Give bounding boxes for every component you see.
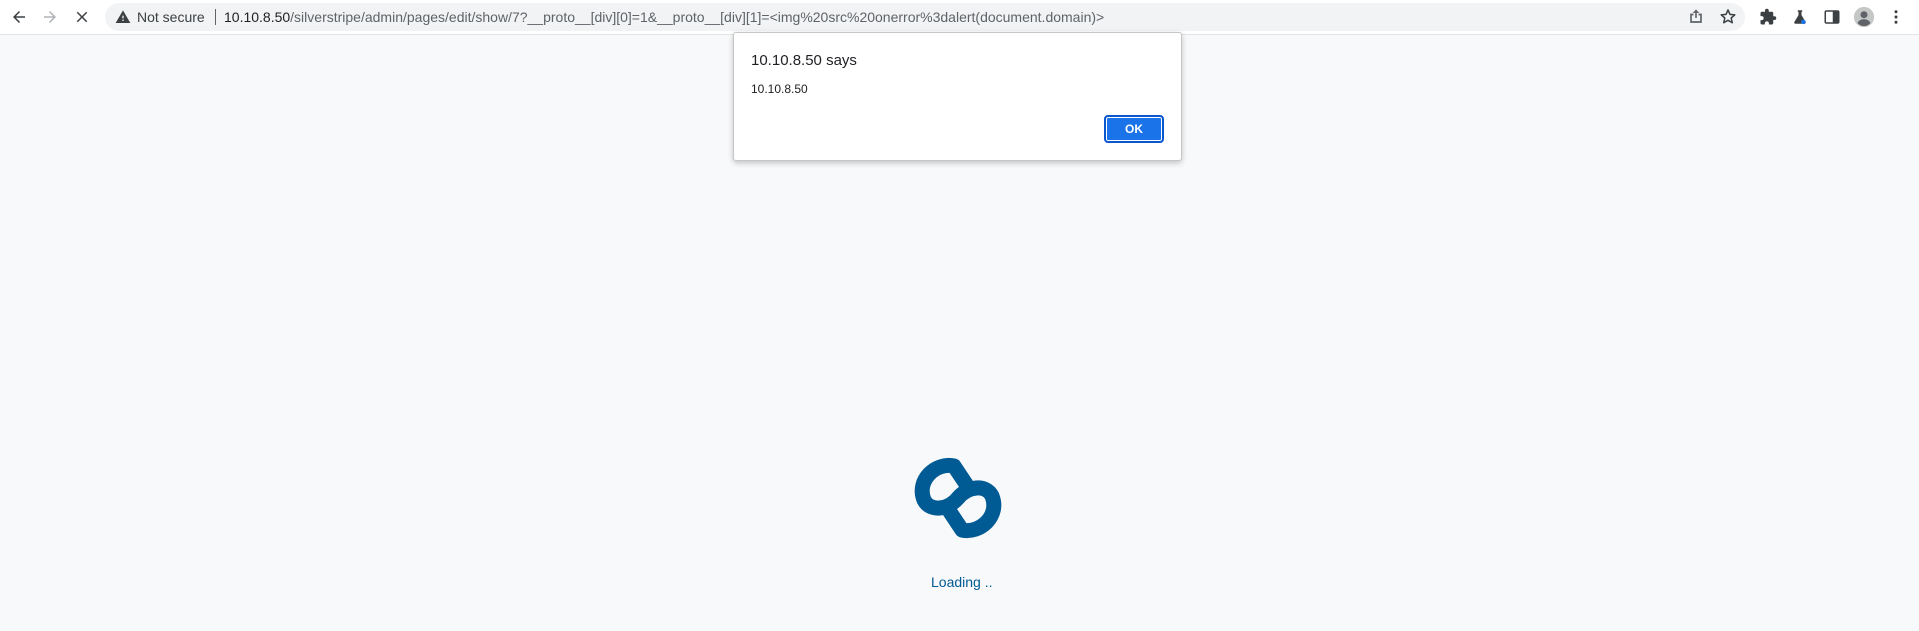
ok-button[interactable]: OK [1104, 115, 1164, 143]
bookmark-star-icon[interactable] [1718, 7, 1738, 27]
url-host: 10.10.8.50 [224, 9, 291, 25]
share-icon[interactable] [1686, 7, 1706, 27]
kebab-menu-icon[interactable] [1884, 5, 1908, 29]
address-bar[interactable]: Not secure 10.10.8.50/silverstripe/admin… [105, 3, 1745, 31]
loading-text: Loading .. [931, 574, 993, 590]
side-panel-icon[interactable] [1820, 5, 1844, 29]
address-divider [215, 9, 216, 25]
browser-toolbar: Not secure 10.10.8.50/silverstripe/admin… [0, 0, 1919, 35]
url-text[interactable]: 10.10.8.50/silverstripe/admin/pages/edit… [224, 10, 1104, 24]
dialog-title: 10.10.8.50 says [751, 52, 857, 69]
profile-avatar-icon[interactable] [1852, 5, 1876, 29]
dialog-message: 10.10.8.50 [751, 82, 808, 96]
stop-loading-icon[interactable] [70, 5, 94, 29]
alert-dialog: 10.10.8.50 says 10.10.8.50 OK [733, 32, 1182, 161]
extensions-puzzle-icon[interactable] [1756, 5, 1780, 29]
forward-arrow-icon[interactable] [38, 5, 62, 29]
security-label[interactable]: Not secure [137, 10, 205, 24]
back-arrow-icon[interactable] [7, 5, 31, 29]
warning-icon[interactable] [115, 9, 131, 25]
silverstripe-logo-icon [914, 457, 1002, 539]
url-path: /silverstripe/admin/pages/edit/show/7?__… [290, 9, 1105, 25]
labs-flask-icon[interactable] [1788, 5, 1812, 29]
